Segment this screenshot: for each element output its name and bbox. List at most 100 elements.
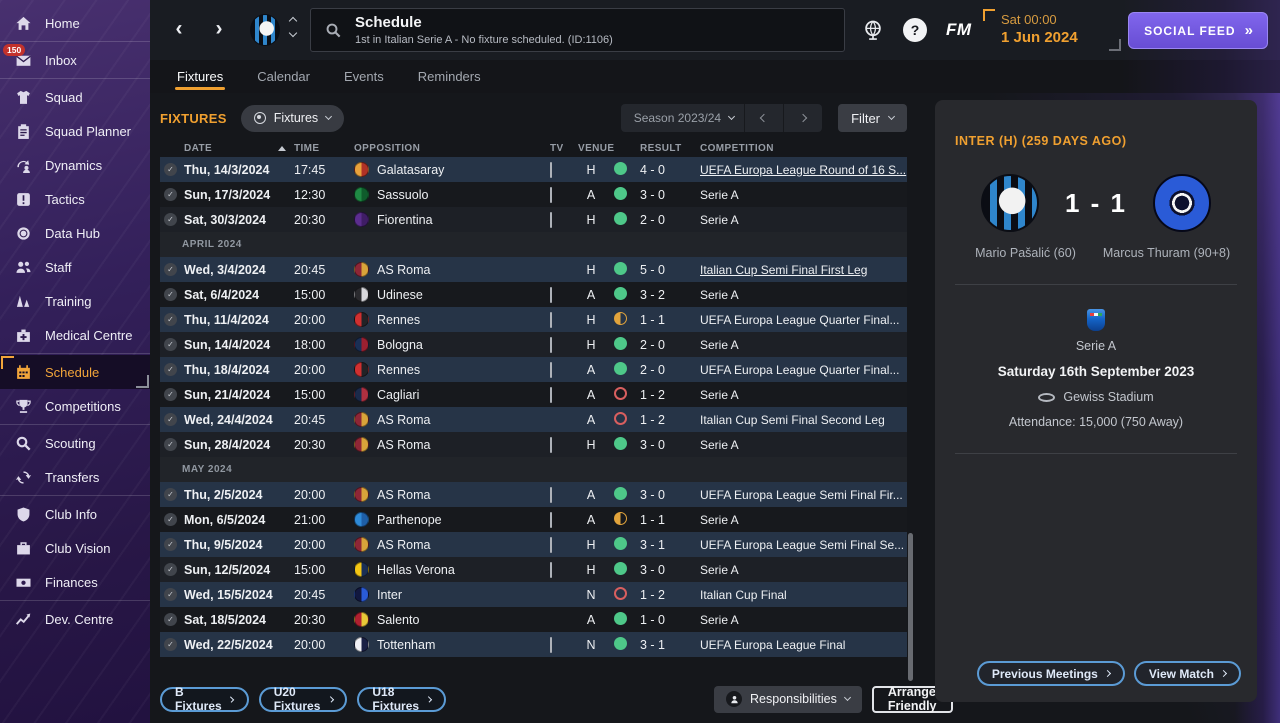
help-button[interactable]: ? <box>903 18 927 42</box>
sidebar-item-transfers[interactable]: Transfers <box>0 460 150 494</box>
sidebar-item-data-hub[interactable]: Data Hub <box>0 216 150 250</box>
last-meeting-header: INTER (H) (259 DAYS AGO) <box>955 134 1127 148</box>
season-prev-button[interactable] <box>745 104 783 132</box>
sidebar-item-schedule[interactable]: Schedule <box>0 355 150 389</box>
sidebar-item-inbox[interactable]: Inbox 150 <box>0 43 150 77</box>
season-dropdown[interactable]: Season 2023/24 <box>621 111 744 125</box>
b-fixtures-button[interactable]: B Fixtures <box>160 685 249 713</box>
fixture-time: 20:30 <box>294 437 326 452</box>
column-time[interactable]: TIME <box>294 143 340 154</box>
tv-icon <box>550 561 552 578</box>
fixture-score: 1 - 2 <box>640 587 666 602</box>
game-date[interactable]: Sat 00:00 1 Jun 2024 <box>983 7 1121 53</box>
fixtures-table-header: DATE TIME OPPOSITION TV VENUE RESULT COM… <box>160 140 907 157</box>
chevron-right-icon <box>426 695 433 703</box>
column-result[interactable]: RESULT <box>640 143 686 154</box>
season-next-button[interactable] <box>784 104 822 132</box>
sidebar-item-club-vision[interactable]: Club Vision <box>0 531 150 565</box>
previous-meetings-button[interactable]: Previous Meetings <box>976 661 1125 686</box>
fixture-score: 1 - 1 <box>640 512 666 527</box>
result-loss-icon <box>614 411 627 425</box>
fixture-row[interactable]: ✓ Thu, 18/4/2024 20:00 Rennes A 2 - 0 UEFA Eur… <box>160 357 907 382</box>
fixture-row[interactable]: ✓ Wed, 15/5/2024 20:45 Inter N 1 - 2 Italian C… <box>160 582 907 607</box>
competition-link[interactable]: UEFA Europa League Round of 16 S... <box>686 163 907 177</box>
fixture-date: Wed, 24/4/2024 <box>184 412 273 427</box>
fixture-row[interactable]: ✓ Wed, 22/5/2024 20:00 Tottenham N 3 - 1 UEFA … <box>160 632 907 657</box>
u18-fixtures-button[interactable]: U18 Fixtures <box>357 685 447 713</box>
competition-link[interactable]: Italian Cup Semi Final First Leg <box>686 263 907 277</box>
fixture-row[interactable]: ✓ Thu, 2/5/2024 20:00 AS Roma A 3 - 0 UEFA Eur… <box>160 482 907 507</box>
column-competition[interactable]: COMPETITION <box>686 143 907 154</box>
fixture-row[interactable]: ✓ Sat, 6/4/2024 15:00 Udinese A 3 - 2 Serie A <box>160 282 907 307</box>
result-win-icon <box>614 436 627 450</box>
sidebar-item-club-info[interactable]: Club Info <box>0 497 150 531</box>
fixture-row[interactable]: ✓ Thu, 9/5/2024 20:00 AS Roma H 3 - 1 UEFA Eur… <box>160 532 907 557</box>
fixture-row[interactable]: ✓ Sun, 14/4/2024 18:00 Bologna H 2 - 0 Serie A <box>160 332 907 357</box>
sidebar-item-tactics[interactable]: Tactics <box>0 182 150 216</box>
fixture-row[interactable]: ✓ Sun, 28/4/2024 20:30 AS Roma H 3 - 0 Serie A <box>160 432 907 457</box>
tab-fixtures[interactable]: Fixtures <box>175 60 226 93</box>
venue-letter: A <box>586 412 596 427</box>
club-crest-atalanta[interactable] <box>250 14 280 46</box>
column-date[interactable]: DATE <box>184 143 294 154</box>
sidebar-item-finances[interactable]: Finances <box>0 565 150 599</box>
fixture-row[interactable]: ✓ Sat, 18/5/2024 20:30 Salento A 1 - 0 Serie A <box>160 607 907 632</box>
fixture-row[interactable]: ✓ Sat, 30/3/2024 20:30 Fiorentina H 2 - 0 Seri… <box>160 207 907 232</box>
view-dropdown[interactable]: Fixtures <box>240 104 345 132</box>
club-switch-stepper[interactable] <box>288 16 298 38</box>
tab-events[interactable]: Events <box>342 60 386 93</box>
sidebar-item-training[interactable]: Training <box>0 284 150 318</box>
world-icon[interactable] <box>862 19 884 41</box>
fixture-time: 18:00 <box>294 337 326 352</box>
sidebar-item-squad-planner[interactable]: Squad Planner <box>0 114 150 148</box>
competitions-icon <box>15 398 32 415</box>
fixture-row[interactable]: ✓ Thu, 11/4/2024 20:00 Rennes H 1 - 1 UEFA Eur… <box>160 307 907 332</box>
tab-reminders[interactable]: Reminders <box>416 60 483 93</box>
fixture-row[interactable]: ✓ Sun, 17/3/2024 12:30 Sassuolo A 3 - 0 Serie … <box>160 182 907 207</box>
fixture-row[interactable]: ✓ Sun, 12/5/2024 15:00 Hellas Verona H 3 - 0 S… <box>160 557 907 582</box>
fixture-row[interactable]: ✓ Wed, 24/4/2024 20:45 AS Roma A 1 - 2 Italian… <box>160 407 907 432</box>
sidebar-item-competitions[interactable]: Competitions <box>0 389 150 423</box>
search-box[interactable]: Schedule 1st in Italian Serie A - No fix… <box>310 8 845 52</box>
club-vision-icon <box>15 540 32 557</box>
social-feed-button[interactable]: SOCIAL FEED » <box>1128 12 1268 49</box>
fixture-row[interactable]: ✓ Mon, 6/5/2024 21:00 Parthenope A 1 - 1 Serie… <box>160 507 907 532</box>
fixture-score: 3 - 0 <box>640 437 666 452</box>
opposition-name: Rennes <box>377 362 421 377</box>
responsibilities-dropdown[interactable]: Responsibilities <box>714 685 862 713</box>
result-loss-icon <box>614 586 627 600</box>
played-check-icon: ✓ <box>164 488 177 501</box>
sidebar-item-dev-centre[interactable]: Dev. Centre <box>0 602 150 636</box>
u20-fixtures-button[interactable]: U20 Fixtures <box>258 685 348 713</box>
venue-letter: N <box>586 637 596 652</box>
column-tv[interactable]: TV <box>550 143 578 154</box>
sidebar-item-home[interactable]: Home <box>0 6 150 40</box>
sidebar-item-squad[interactable]: Squad <box>0 80 150 114</box>
view-match-button[interactable]: View Match <box>1133 661 1241 686</box>
history-back-button[interactable]: ‹ <box>166 16 192 44</box>
column-opposition[interactable]: OPPOSITION <box>354 143 550 154</box>
played-check-icon: ✓ <box>164 213 177 226</box>
result-win-icon <box>614 561 627 575</box>
result-win-icon <box>614 486 627 500</box>
team-badge <box>354 512 369 527</box>
fixture-row[interactable]: ✓ Sun, 21/4/2024 15:00 Cagliari A 1 - 2 Serie … <box>160 382 907 407</box>
fixture-row[interactable]: ✓ Wed, 3/4/2024 20:45 AS Roma H 5 - 0 Italian … <box>160 257 907 282</box>
match-score: 1 - 1 <box>1064 187 1128 218</box>
team-badge <box>354 212 369 227</box>
team-badge <box>354 587 369 602</box>
history-forward-button[interactable]: › <box>206 16 232 44</box>
sidebar-item-staff[interactable]: Staff <box>0 250 150 284</box>
sidebar-item-dynamics[interactable]: Dynamics <box>0 148 150 182</box>
sidebar-item-medical-centre[interactable]: Medical Centre <box>0 318 150 352</box>
tab-calendar[interactable]: Calendar <box>255 60 312 93</box>
table-scrollbar[interactable] <box>908 533 913 681</box>
fixture-row[interactable]: ✓ Thu, 14/3/2024 17:45 Galatasaray H 4 - 0 UEF… <box>160 157 907 182</box>
tactics-icon <box>15 191 32 208</box>
sidebar-item-scouting[interactable]: Scouting <box>0 426 150 460</box>
column-venue[interactable]: VENUE <box>578 143 614 154</box>
opposition-name: Tottenham <box>377 637 436 652</box>
filter-dropdown[interactable]: Filter <box>838 104 907 132</box>
played-check-icon: ✓ <box>164 388 177 401</box>
opposition-name: Hellas Verona <box>377 562 455 577</box>
